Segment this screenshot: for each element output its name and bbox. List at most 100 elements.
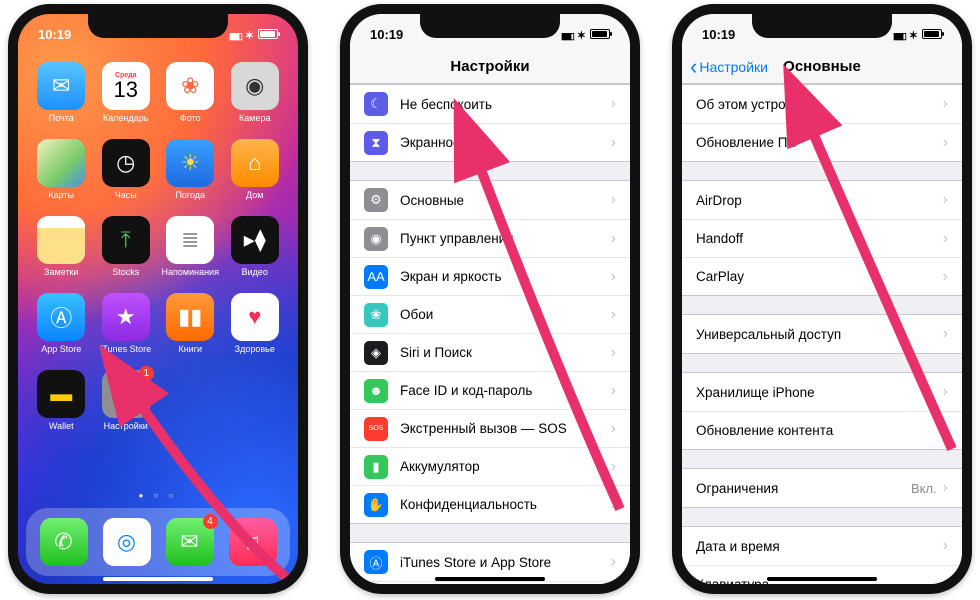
- app-home[interactable]: ⌂Дом: [226, 139, 285, 200]
- chevron-icon: ›: [943, 268, 948, 286]
- chevron-icon: ›: [611, 420, 616, 438]
- row-itunes-appstore[interactable]: ⒶiTunes Store и App Store›: [350, 543, 630, 581]
- row-accessibility[interactable]: Универсальный доступ›: [682, 315, 962, 353]
- row-wallet-pay[interactable]: ▬Wallet и Apple Pay›: [350, 581, 630, 584]
- row-label: CarPlay: [696, 269, 943, 284]
- stocks-icon: ⤒: [102, 216, 150, 264]
- row-dnd[interactable]: ☾Не беспокоить›: [350, 85, 630, 123]
- chevron-icon: ›: [611, 191, 616, 209]
- sos-icon: SOS: [364, 417, 388, 441]
- row-battery[interactable]: ▮Аккумулятор›: [350, 447, 630, 485]
- app-maps[interactable]: Карты: [32, 139, 91, 200]
- row-label: Не беспокоить: [400, 97, 611, 112]
- row-carplay[interactable]: CarPlay›: [682, 257, 962, 295]
- row-wallpaper[interactable]: ❀Обои›: [350, 295, 630, 333]
- row-privacy[interactable]: ✋Конфиденциальность›: [350, 485, 630, 523]
- row-label: Обновление ПО: [696, 135, 943, 150]
- app-clock[interactable]: ◷Часы: [97, 139, 156, 200]
- app-itunes[interactable]: ★ iTunes Store: [97, 293, 156, 354]
- row-faceid[interactable]: ☻Face ID и код-пароль›: [350, 371, 630, 409]
- row-airdrop[interactable]: AirDrop›: [682, 181, 962, 219]
- app-label: Фото: [180, 113, 201, 123]
- row-siri[interactable]: ◈Siri и Поиск›: [350, 333, 630, 371]
- row-screentime[interactable]: ⧗Экранное имя›: [350, 123, 630, 161]
- settings-icon: ⚙︎1: [102, 370, 150, 418]
- status-time: 10:19: [38, 27, 71, 42]
- row-handoff[interactable]: Handoff›: [682, 219, 962, 257]
- app-wallet[interactable]: ▬Wallet: [32, 370, 91, 431]
- app-stocks[interactable]: ⤒ Stocks: [97, 216, 156, 277]
- dnd-icon: ☾: [364, 92, 388, 116]
- row-background-refresh[interactable]: Обновление контента›: [682, 411, 962, 449]
- battery-icon: [922, 29, 942, 39]
- row-storage[interactable]: Хранилище iPhone›: [682, 373, 962, 411]
- app-settings[interactable]: ⚙︎1 Настройки: [97, 370, 156, 431]
- row-label: Основные: [400, 193, 611, 208]
- row-restrictions[interactable]: ОграниченияВкл. ›: [682, 469, 962, 507]
- app-label: Напоминания: [162, 267, 219, 277]
- dock-messages[interactable]: ✉︎4: [166, 518, 214, 566]
- dock-safari[interactable]: ◎: [103, 518, 151, 566]
- app-mail[interactable]: ✉︎Почта: [32, 62, 91, 123]
- app-photos[interactable]: ❀ Фото: [161, 62, 220, 123]
- app-weather[interactable]: ☀︎Погода: [161, 139, 220, 200]
- app-label: Wallet: [49, 421, 74, 431]
- notch: [752, 14, 892, 38]
- wifi-icon: [245, 27, 254, 42]
- row-datetime[interactable]: Дата и время›: [682, 527, 962, 565]
- siri-icon: ◈: [364, 341, 388, 365]
- row-value: Вкл.: [911, 481, 937, 496]
- app-label: Настройки: [104, 421, 148, 431]
- app-label: Дом: [246, 190, 263, 200]
- app-notes[interactable]: Заметки: [32, 216, 91, 277]
- list-group: AirDrop›Handoff›CarPlay›: [682, 180, 962, 296]
- row-about[interactable]: Об этом устройстве›: [682, 85, 962, 123]
- row-label: Handoff: [696, 231, 943, 246]
- books-icon: ▮▮: [166, 293, 214, 341]
- app-label: Камера: [239, 113, 270, 123]
- app-calendar[interactable]: Среда13Календарь: [97, 62, 156, 123]
- health-icon: ♥︎: [231, 293, 279, 341]
- app-videos[interactable]: ▸⧫Видео: [226, 216, 285, 277]
- home-indicator: [435, 577, 545, 581]
- row-keyboard[interactable]: Клавиатура›: [682, 565, 962, 584]
- app-camera[interactable]: ◉ Камера: [226, 62, 285, 123]
- camera-icon: ◉: [231, 62, 279, 110]
- photos-icon: ❀: [166, 62, 214, 110]
- app-label: Карты: [48, 190, 74, 200]
- general-list[interactable]: Об этом устройстве›Обновление ПО›AirDrop…: [682, 84, 962, 584]
- app-health[interactable]: ♥︎Здоровье: [226, 293, 285, 354]
- home-grid: ✉︎ПочтаСреда13Календарь❀ Фото ◉ Камера Карты…: [18, 62, 298, 431]
- settings-list[interactable]: ☾Не беспокоить›⧗Экранное имя›⚙︎Основные›…: [350, 84, 630, 584]
- row-controlcenter[interactable]: ◉Пункт управления›: [350, 219, 630, 257]
- chevron-icon: ›: [943, 422, 948, 440]
- list-group: ОграниченияВкл. ›: [682, 468, 962, 508]
- row-sos[interactable]: SOS Экстренный вызов — SOS›: [350, 409, 630, 447]
- app-label: Stocks: [112, 267, 139, 277]
- app-label: iTunes Store: [100, 344, 151, 354]
- app-reminders[interactable]: ≣Напоминания: [161, 216, 220, 277]
- row-label: Обновление контента: [696, 423, 943, 438]
- row-software-update[interactable]: Обновление ПО›: [682, 123, 962, 161]
- faceid-icon: ☻: [364, 379, 388, 403]
- list-group: Дата и время›Клавиатура›: [682, 526, 962, 584]
- back-button[interactable]: Настройки: [690, 59, 768, 75]
- app-label: Почта: [49, 113, 74, 123]
- home-indicator: [103, 577, 213, 581]
- display-icon: AA: [364, 265, 388, 289]
- list-group: ⚙︎Основные›◉Пункт управления›AAЭкран и я…: [350, 180, 630, 524]
- row-label: Ограничения: [696, 481, 911, 496]
- phone-settings: 10:19 Настройки ☾Не беспокоить›⧗Экранное…: [340, 4, 640, 594]
- chevron-icon: ›: [943, 479, 948, 497]
- clock-icon: ◷: [102, 139, 150, 187]
- dock: ✆ ◎ ✉︎4 ♫: [26, 508, 290, 576]
- app-books[interactable]: ▮▮Книги: [161, 293, 220, 354]
- dock-music[interactable]: ♫: [229, 518, 277, 566]
- chevron-icon: ›: [611, 134, 616, 152]
- row-general[interactable]: ⚙︎Основные›: [350, 181, 630, 219]
- app-appstore[interactable]: ⒶApp Store: [32, 293, 91, 354]
- row-label: Экстренный вызов — SOS: [400, 421, 611, 436]
- dock-phone[interactable]: ✆: [40, 518, 88, 566]
- row-display[interactable]: AAЭкран и яркость›: [350, 257, 630, 295]
- itunes-icon: ★: [102, 293, 150, 341]
